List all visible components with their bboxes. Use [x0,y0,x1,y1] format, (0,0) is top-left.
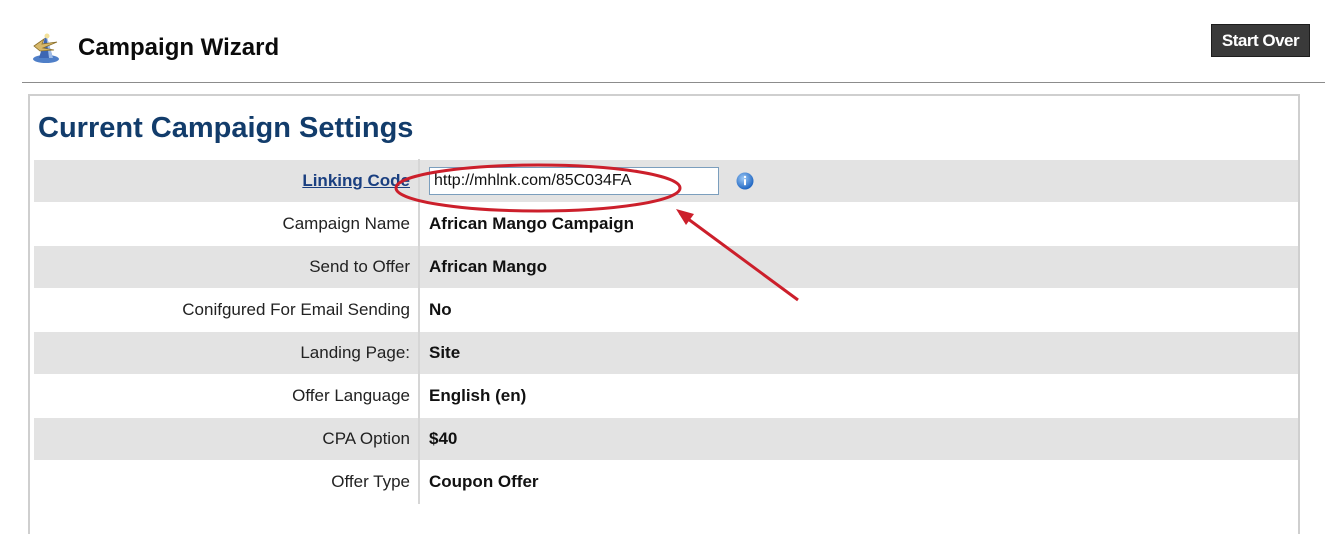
row-value: English (en) [419,374,1298,418]
start-over-button[interactable]: Start Over [1211,24,1310,57]
table-row: Offer Type Coupon Offer [34,460,1298,504]
row-value: African Mango [419,245,1298,289]
header-divider [22,82,1325,83]
page-title: Campaign Wizard [78,34,280,61]
row-label: Conifgured For Email Sending [34,288,420,332]
table-row: Conifgured For Email Sending No [34,288,1298,332]
info-icon[interactable] [736,172,754,190]
campaign-settings-panel: Current Campaign Settings Linking Code C… [28,94,1300,534]
panel-title: Current Campaign Settings [38,112,414,144]
row-value: Site [419,331,1298,375]
table-row: Send to Offer African Mango [34,245,1298,289]
table-row: Landing Page: Site [34,331,1298,375]
row-label: Offer Type [34,460,420,504]
table-row-linking-code: Linking Code [34,159,1298,203]
linking-code-link[interactable]: Linking Code [302,171,410,190]
row-value: Coupon Offer [419,460,1298,504]
row-label: Campaign Name [34,202,420,246]
row-label: Send to Offer [34,245,420,289]
linking-code-input[interactable] [429,167,719,195]
table-row: CPA Option $40 [34,417,1298,461]
row-value: No [419,288,1298,332]
table-row: Campaign Name African Mango Campaign [34,202,1298,246]
page-header: Campaign Wizard Start Over [0,0,1325,84]
row-label: Landing Page: [34,331,420,375]
table-row: Offer Language English (en) [34,374,1298,418]
row-value: $40 [419,417,1298,461]
row-value: African Mango Campaign [419,202,1298,246]
linking-code-value-cell [419,159,1298,203]
linking-code-label-cell: Linking Code [34,159,420,203]
row-label: CPA Option [34,417,420,461]
row-label: Offer Language [34,374,420,418]
wizard-icon [33,33,59,63]
settings-table: Linking Code Campaign Name African Mango… [34,159,1298,504]
